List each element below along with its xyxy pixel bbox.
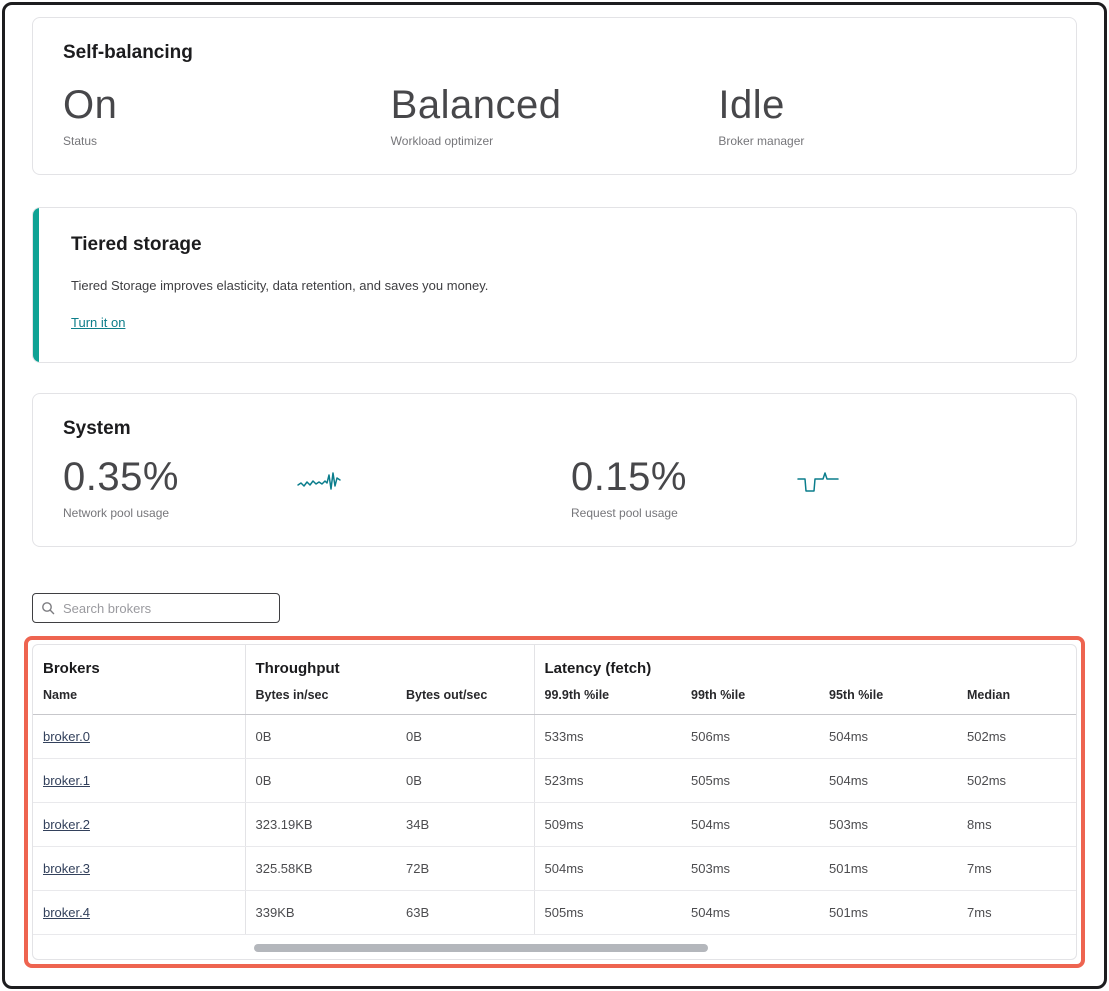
cell-median: 502ms [957, 759, 1076, 803]
broker-manager-label: Broker manager [718, 134, 1046, 148]
group-header-throughput: Throughput [245, 645, 534, 681]
broker-manager-metric: Idle Broker manager [718, 82, 1046, 148]
network-pool-value: 0.35% [63, 454, 296, 500]
tiered-storage-title: Tiered storage [71, 234, 1046, 256]
search-icon [41, 601, 55, 615]
cell-95th: 503ms [819, 803, 957, 847]
table-row-broker-2: broker.2 323.19KB 34B 509ms 504ms 503ms … [33, 803, 1076, 847]
cell-bytes-out: 0B [396, 759, 534, 803]
cell-bytes-in: 0B [245, 715, 396, 759]
cell-bytes-in: 339KB [245, 891, 396, 935]
self-balancing-title: Self-balancing [63, 42, 1046, 64]
cell-bytes-out: 63B [396, 891, 534, 935]
column-header-median: Median [957, 681, 1076, 715]
group-header-latency-fetch: Latency (fetch) [534, 645, 1076, 681]
cell-99th: 504ms [681, 891, 819, 935]
accent-bar [33, 208, 39, 362]
cell-bytes-in: 325.58KB [245, 847, 396, 891]
workload-optimizer-label: Workload optimizer [391, 134, 719, 148]
column-header-999th: 99.9th %ile [534, 681, 681, 715]
self-balancing-card: Self-balancing On Status Balanced Worklo… [32, 17, 1077, 175]
cell-median: 502ms [957, 715, 1076, 759]
broker-link[interactable]: broker.0 [43, 729, 90, 744]
cell-999th: 505ms [534, 891, 681, 935]
column-header-99th: 99th %ile [681, 681, 819, 715]
self-balancing-metrics: On Status Balanced Workload optimizer Id… [63, 82, 1046, 148]
tiered-storage-card: Tiered storage Tiered Storage improves e… [32, 207, 1077, 363]
column-header-95th: 95th %ile [819, 681, 957, 715]
cell-95th: 501ms [819, 891, 957, 935]
cell-999th: 533ms [534, 715, 681, 759]
cell-99th: 503ms [681, 847, 819, 891]
horizontal-scrollbar-thumb[interactable] [254, 944, 708, 952]
cell-99th: 506ms [681, 715, 819, 759]
broker-link[interactable]: broker.2 [43, 817, 90, 832]
request-pool-sparkline-chart [796, 454, 844, 496]
window-frame: Self-balancing On Status Balanced Worklo… [2, 2, 1107, 989]
cell-median: 8ms [957, 803, 1076, 847]
network-pool-sparkline-chart [296, 454, 344, 496]
table-row-broker-3: broker.3 325.58KB 72B 504ms 503ms 501ms … [33, 847, 1076, 891]
cell-bytes-out: 72B [396, 847, 534, 891]
column-header-bytes-in: Bytes in/sec [245, 681, 396, 715]
network-pool-label: Network pool usage [63, 506, 296, 520]
system-card: System 0.35% Network pool usage 0.15% Re… [32, 393, 1077, 547]
system-title: System [63, 418, 1046, 440]
status-metric: On Status [63, 82, 391, 148]
broker-link[interactable]: broker.1 [43, 773, 90, 788]
brokers-table: Brokers Throughput Latency (fetch) Name … [33, 645, 1076, 935]
column-header-bytes-out: Bytes out/sec [396, 681, 534, 715]
cell-999th: 504ms [534, 847, 681, 891]
search-brokers-box [32, 593, 280, 623]
cell-99th: 504ms [681, 803, 819, 847]
status-value: On [63, 82, 391, 128]
annotation-highlight: Brokers Throughput Latency (fetch) Name … [24, 636, 1085, 968]
cell-bytes-in: 0B [245, 759, 396, 803]
cell-95th: 504ms [819, 759, 957, 803]
cell-95th: 501ms [819, 847, 957, 891]
cell-median: 7ms [957, 891, 1076, 935]
cell-95th: 504ms [819, 715, 957, 759]
table-row-broker-1: broker.1 0B 0B 523ms 505ms 504ms 502ms [33, 759, 1076, 803]
network-pool-metric: 0.35% Network pool usage [63, 454, 296, 520]
tiered-storage-description: Tiered Storage improves elasticity, data… [71, 278, 1046, 293]
workload-optimizer-metric: Balanced Workload optimizer [391, 82, 719, 148]
table-row-broker-0: broker.0 0B 0B 533ms 506ms 504ms 502ms [33, 715, 1076, 759]
cell-999th: 523ms [534, 759, 681, 803]
cell-99th: 505ms [681, 759, 819, 803]
search-input[interactable] [61, 600, 271, 617]
status-label: Status [63, 134, 391, 148]
cell-bytes-in: 323.19KB [245, 803, 396, 847]
system-metrics: 0.35% Network pool usage 0.15% Request p… [63, 454, 1046, 520]
request-pool-value: 0.15% [571, 454, 796, 500]
broker-link[interactable]: broker.4 [43, 905, 90, 920]
cell-median: 7ms [957, 847, 1076, 891]
request-pool-label: Request pool usage [571, 506, 796, 520]
column-header-name: Name [33, 681, 245, 715]
cell-bytes-out: 0B [396, 715, 534, 759]
broker-link[interactable]: broker.3 [43, 861, 90, 876]
brokers-table-card: Brokers Throughput Latency (fetch) Name … [32, 644, 1077, 960]
turn-it-on-link[interactable]: Turn it on [71, 315, 125, 330]
horizontal-scrollbar [43, 944, 1066, 952]
table-row-broker-4: broker.4 339KB 63B 505ms 504ms 501ms 7ms [33, 891, 1076, 935]
group-header-brokers: Brokers [33, 645, 245, 681]
broker-manager-value: Idle [718, 82, 1046, 128]
request-pool-metric: 0.15% Request pool usage [571, 454, 796, 520]
workload-optimizer-value: Balanced [391, 82, 719, 128]
cell-bytes-out: 34B [396, 803, 534, 847]
cell-999th: 509ms [534, 803, 681, 847]
